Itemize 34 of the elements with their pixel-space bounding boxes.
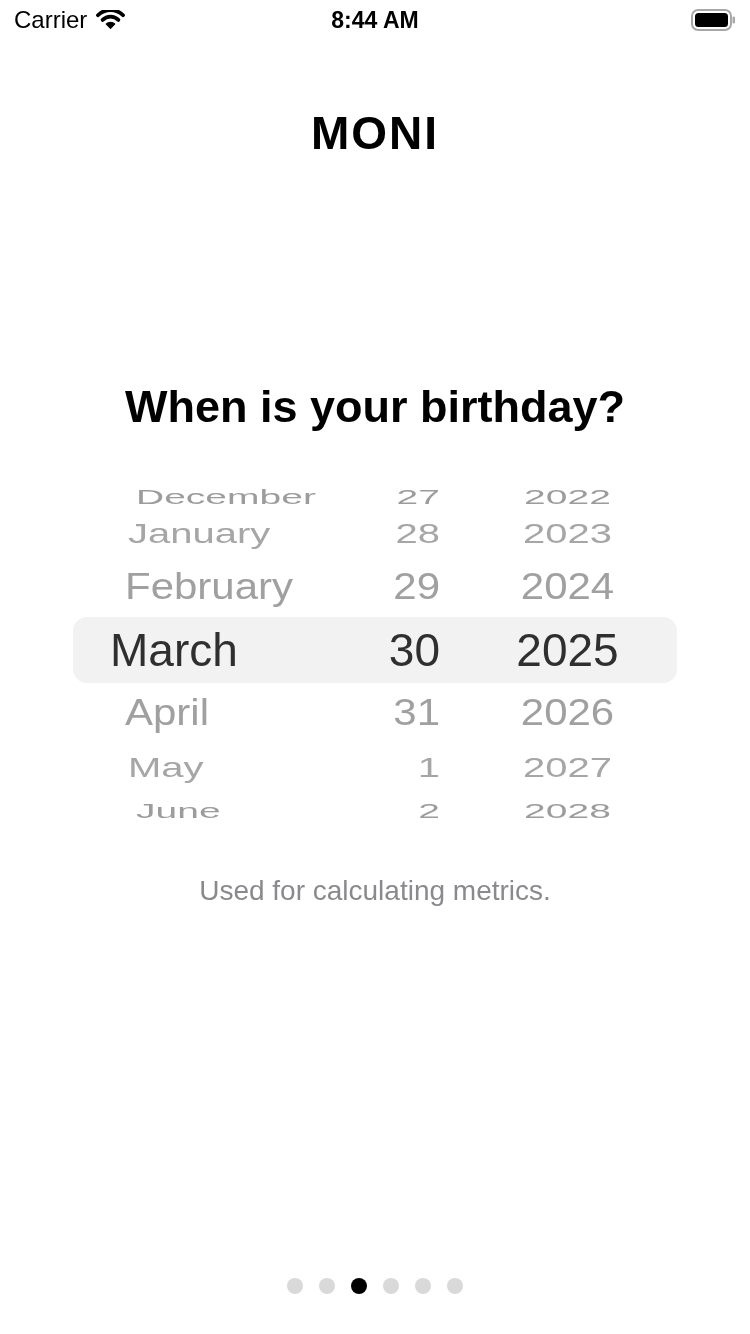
year-option[interactable]: 2025 [516,627,619,673]
day-option[interactable]: 29 [393,568,440,606]
carrier-label: Carrier [14,8,88,32]
month-option[interactable]: December [136,485,316,508]
page-dot[interactable] [287,1278,303,1294]
month-option[interactable]: April [125,694,210,732]
page-dot[interactable] [447,1278,463,1294]
year-option[interactable]: 2027 [523,753,612,781]
year-option[interactable]: 2024 [520,568,615,606]
day-option[interactable]: 30 [388,627,440,673]
page-dot[interactable] [383,1278,399,1294]
day-option[interactable]: 1 [417,753,440,781]
page-dot[interactable] [319,1278,335,1294]
helper-text: Used for calculating metrics. [199,877,551,905]
question-heading: When is your birthday? [124,384,625,429]
year-option[interactable]: 2026 [520,694,615,732]
day-option[interactable]: 2 [418,799,440,822]
day-option[interactable]: 27 [396,485,440,508]
year-option[interactable]: 2028 [524,799,611,822]
wifi-icon [96,10,126,30]
month-option[interactable]: February [125,568,294,606]
month-option[interactable]: January [128,519,271,547]
status-time: 8:44 AM [331,8,419,32]
battery-icon [691,9,736,31]
day-option[interactable]: 31 [393,694,440,732]
month-option[interactable]: March [110,627,238,673]
app-logo: MONI [310,110,440,156]
year-option[interactable]: 2023 [523,519,612,547]
year-option[interactable]: 2022 [524,485,611,508]
month-option[interactable]: June [136,799,221,822]
month-option[interactable]: May [128,753,204,781]
day-option[interactable]: 28 [395,519,440,547]
page-dot[interactable] [415,1278,431,1294]
page-dot[interactable] [351,1278,367,1294]
